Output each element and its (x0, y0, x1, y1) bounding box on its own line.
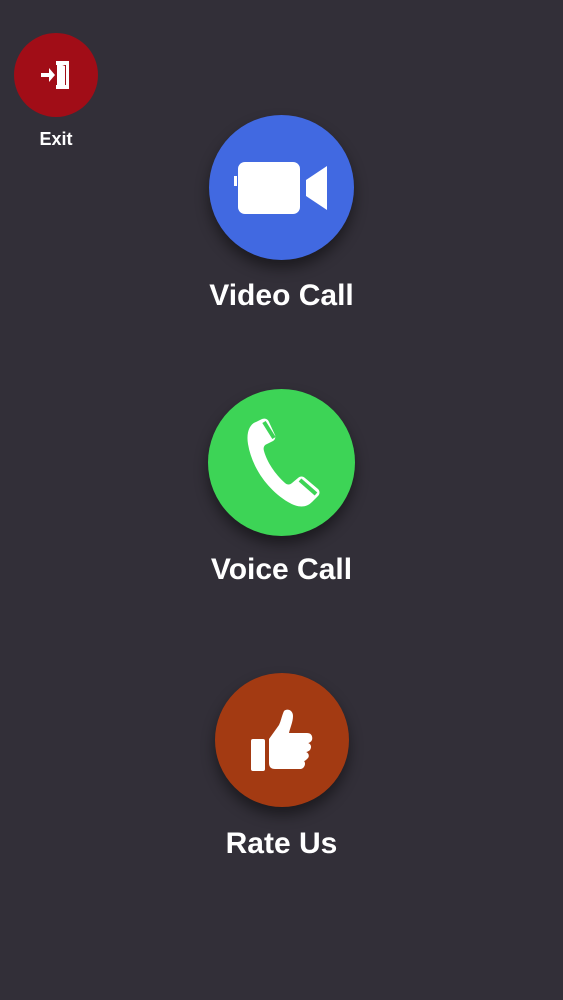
video-camera-icon (233, 161, 327, 214)
rate-us-circle[interactable] (215, 673, 349, 807)
rate-us-button[interactable]: Rate Us (0, 673, 563, 863)
video-call-button[interactable]: Video Call (0, 115, 563, 315)
exit-door-icon (41, 61, 69, 89)
video-call-label: Video Call (209, 279, 354, 312)
voice-call-button[interactable]: Voice Call (0, 389, 563, 589)
call-menu-screen: Exit Video Call Voice Call Rate Us (0, 0, 563, 1000)
video-call-circle[interactable] (209, 115, 354, 260)
exit-button-circle[interactable] (14, 33, 98, 117)
voice-call-label: Voice Call (210, 553, 353, 586)
thumbs-up-icon (251, 709, 313, 771)
rate-us-label: Rate Us (225, 827, 338, 860)
voice-call-circle[interactable] (208, 389, 355, 536)
phone-icon (246, 418, 319, 506)
